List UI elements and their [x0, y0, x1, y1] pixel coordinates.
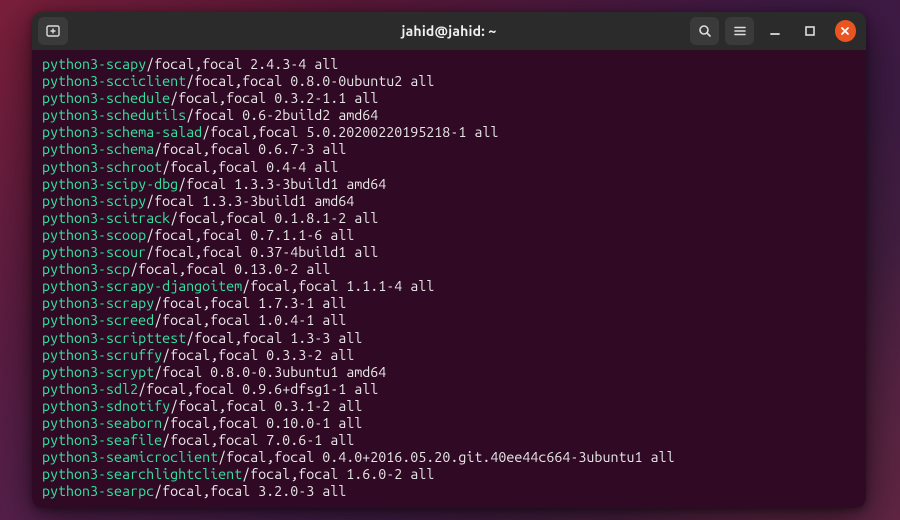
package-name: python3-scapy	[42, 56, 146, 72]
terminal-line: python3-scapy/focal,focal 2.4.3-4 all	[42, 56, 858, 73]
package-suffix: /focal,focal 0.6.7-3 all	[154, 141, 346, 157]
package-suffix: /focal,focal 5.0.20200220195218-1 all	[202, 124, 498, 140]
package-name: python3-scruffy	[42, 347, 162, 363]
terminal-line: python3-scrapy-djangoitem/focal,focal 1.…	[42, 278, 858, 295]
close-button[interactable]	[835, 20, 856, 42]
package-suffix: /focal,focal 0.4-4 all	[162, 159, 338, 175]
package-suffix: /focal,focal 0.4.0+2016.05.20.git.40ee44…	[218, 449, 674, 465]
maximize-button[interactable]	[795, 17, 824, 45]
package-name: python3-scrypt	[42, 364, 154, 380]
package-suffix: /focal,focal 0.13.0-2 all	[130, 261, 330, 277]
terminal-line: python3-scour/focal,focal 0.37-4build1 a…	[42, 244, 858, 261]
terminal-line: python3-scruffy/focal,focal 0.3.3-2 all	[42, 347, 858, 364]
package-suffix: /focal,focal 0.9.6+dfsg1-1 all	[138, 381, 378, 397]
package-suffix: /focal,focal 0.8.0-0ubuntu2 all	[186, 73, 434, 89]
package-name: python3-scitrack	[42, 210, 170, 226]
close-icon	[839, 25, 851, 37]
terminal-line: python3-schroot/focal,focal 0.4-4 all	[42, 159, 858, 176]
package-name: python3-sdnotify	[42, 398, 170, 414]
new-tab-button[interactable]	[38, 17, 68, 45]
terminal-line: python3-sdl2/focal,focal 0.9.6+dfsg1-1 a…	[42, 381, 858, 398]
terminal-line: python3-scitrack/focal,focal 0.1.8.1-2 a…	[42, 210, 858, 227]
package-suffix: /focal,focal 0.3.3-2 all	[162, 347, 354, 363]
terminal-line: python3-schema-salad/focal,focal 5.0.202…	[42, 124, 858, 141]
maximize-icon	[803, 24, 817, 38]
terminal-line: python3-seaborn/focal,focal 0.10.0-1 all	[42, 415, 858, 432]
package-suffix: /focal,focal 1.0.4-1 all	[154, 312, 346, 328]
package-suffix: /focal,focal 1.1.1-4 all	[242, 278, 434, 294]
terminal-line: python3-screed/focal,focal 1.0.4-1 all	[42, 312, 858, 329]
package-suffix: /focal,focal 0.37-4build1 all	[146, 244, 378, 260]
package-name: python3-searpc	[42, 483, 154, 499]
package-name: python3-schedule	[42, 90, 170, 106]
terminal-line: python3-seamicroclient/focal,focal 0.4.0…	[42, 449, 858, 466]
terminal-line: python3-scrypt/focal 0.8.0-0.3ubuntu1 am…	[42, 364, 858, 381]
window-title: jahid@jahid: ~	[212, 23, 686, 39]
package-name: python3-seaborn	[42, 415, 162, 431]
new-tab-icon	[45, 23, 61, 39]
package-suffix: /focal,focal 0.10.0-1 all	[162, 415, 362, 431]
search-icon	[697, 23, 713, 39]
package-name: python3-scrapy-djangoitem	[42, 278, 242, 294]
package-suffix: /focal 0.6-2build2 amd64	[186, 107, 378, 123]
terminal-line: python3-scipy/focal 1.3.3-3build1 amd64	[42, 193, 858, 210]
package-suffix: /focal 1.3.3-3build1 amd64	[146, 193, 354, 209]
menu-button[interactable]	[725, 17, 754, 45]
package-name: python3-sdl2	[42, 381, 138, 397]
package-suffix: /focal,focal 1.3-3 all	[186, 330, 362, 346]
terminal-line: python3-sdnotify/focal,focal 0.3.1-2 all	[42, 398, 858, 415]
package-suffix: /focal,focal 2.4.3-4 all	[146, 56, 338, 72]
terminal-line: python3-seafile/focal,focal 7.0.6-1 all	[42, 432, 858, 449]
terminal-line: python3-searpc/focal,focal 3.2.0-3 all	[42, 483, 858, 500]
desktop-wallpaper: jahid@jahid: ~	[0, 0, 900, 520]
terminal-line: python3-schedutils/focal 0.6-2build2 amd…	[42, 107, 858, 124]
package-suffix: /focal,focal 0.7.1.1-6 all	[146, 227, 354, 243]
package-name: python3-screed	[42, 312, 154, 328]
terminal-line: python3-schema/focal,focal 0.6.7-3 all	[42, 141, 858, 158]
package-name: python3-scrapy	[42, 295, 154, 311]
hamburger-icon	[732, 23, 748, 39]
package-name: python3-scripttest	[42, 330, 186, 346]
package-suffix: /focal,focal 0.3.1-2 all	[170, 398, 362, 414]
package-suffix: /focal,focal 3.2.0-3 all	[154, 483, 346, 499]
package-name: python3-seafile	[42, 432, 162, 448]
package-suffix: /focal 0.8.0-0.3ubuntu1 amd64	[154, 364, 386, 380]
package-name: python3-scour	[42, 244, 146, 260]
package-suffix: /focal,focal 1.6.0-2 all	[242, 466, 434, 482]
package-name: python3-scipy	[42, 193, 146, 209]
minimize-icon	[768, 24, 782, 38]
package-name: python3-schema	[42, 141, 154, 157]
window-titlebar: jahid@jahid: ~	[32, 12, 866, 50]
terminal-line: python3-scp/focal,focal 0.13.0-2 all	[42, 261, 858, 278]
terminal-window: jahid@jahid: ~	[32, 12, 866, 508]
package-suffix: /focal 1.3.3-3build1 amd64	[178, 176, 386, 192]
package-name: python3-scp	[42, 261, 130, 277]
terminal-line: python3-scrapy/focal,focal 1.7.3-1 all	[42, 295, 858, 312]
package-name: python3-seamicroclient	[42, 449, 218, 465]
terminal-line: python3-scoop/focal,focal 0.7.1.1-6 all	[42, 227, 858, 244]
package-name: python3-schedutils	[42, 107, 186, 123]
terminal-line: python3-scciclient/focal,focal 0.8.0-0ub…	[42, 73, 858, 90]
package-name: python3-searchlightclient	[42, 466, 242, 482]
terminal-line: python3-schedule/focal,focal 0.3.2-1.1 a…	[42, 90, 858, 107]
minimize-button[interactable]	[760, 17, 789, 45]
package-suffix: /focal,focal 0.1.8.1-2 all	[170, 210, 378, 226]
package-name: python3-scipy-dbg	[42, 176, 178, 192]
terminal-output[interactable]: python3-scapy/focal,focal 2.4.3-4 allpyt…	[32, 50, 866, 508]
terminal-line: python3-scipy-dbg/focal 1.3.3-3build1 am…	[42, 176, 858, 193]
package-name: python3-schema-salad	[42, 124, 202, 140]
terminal-line: python3-scripttest/focal,focal 1.3-3 all	[42, 330, 858, 347]
package-name: python3-scciclient	[42, 73, 186, 89]
terminal-line: python3-searchlightclient/focal,focal 1.…	[42, 466, 858, 483]
package-name: python3-scoop	[42, 227, 146, 243]
package-suffix: /focal,focal 0.3.2-1.1 all	[170, 90, 378, 106]
package-suffix: /focal,focal 1.7.3-1 all	[154, 295, 346, 311]
package-suffix: /focal,focal 7.0.6-1 all	[162, 432, 354, 448]
package-name: python3-schroot	[42, 159, 162, 175]
search-button[interactable]	[690, 17, 719, 45]
